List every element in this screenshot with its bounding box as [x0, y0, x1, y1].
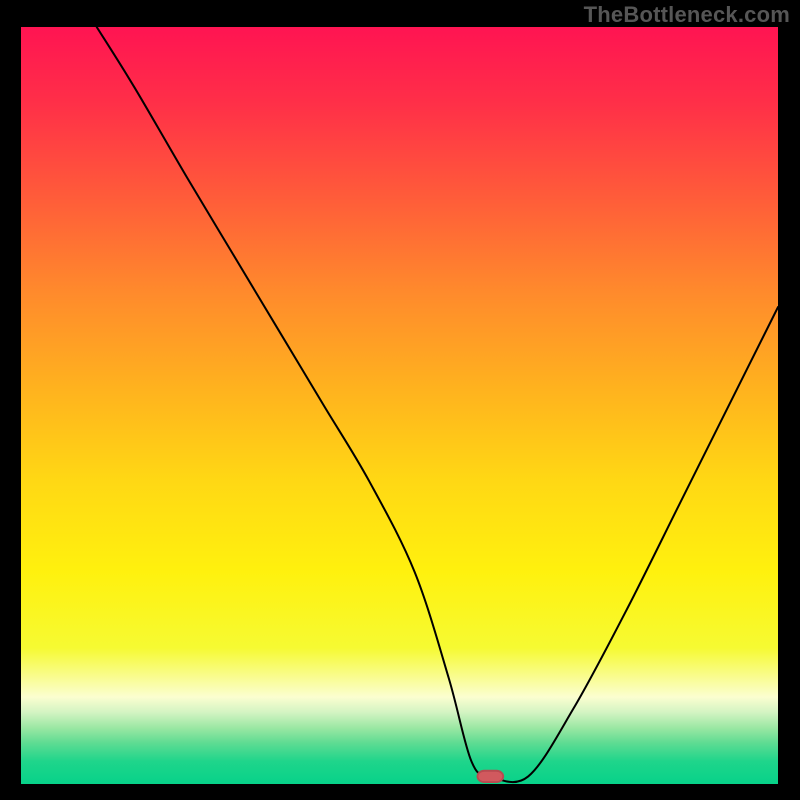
gradient-background [21, 27, 778, 784]
chart-frame: TheBottleneck.com [0, 0, 800, 800]
bottleneck-chart [21, 27, 778, 784]
watermark-label: TheBottleneck.com [584, 2, 790, 28]
optimal-point-marker [477, 771, 503, 782]
